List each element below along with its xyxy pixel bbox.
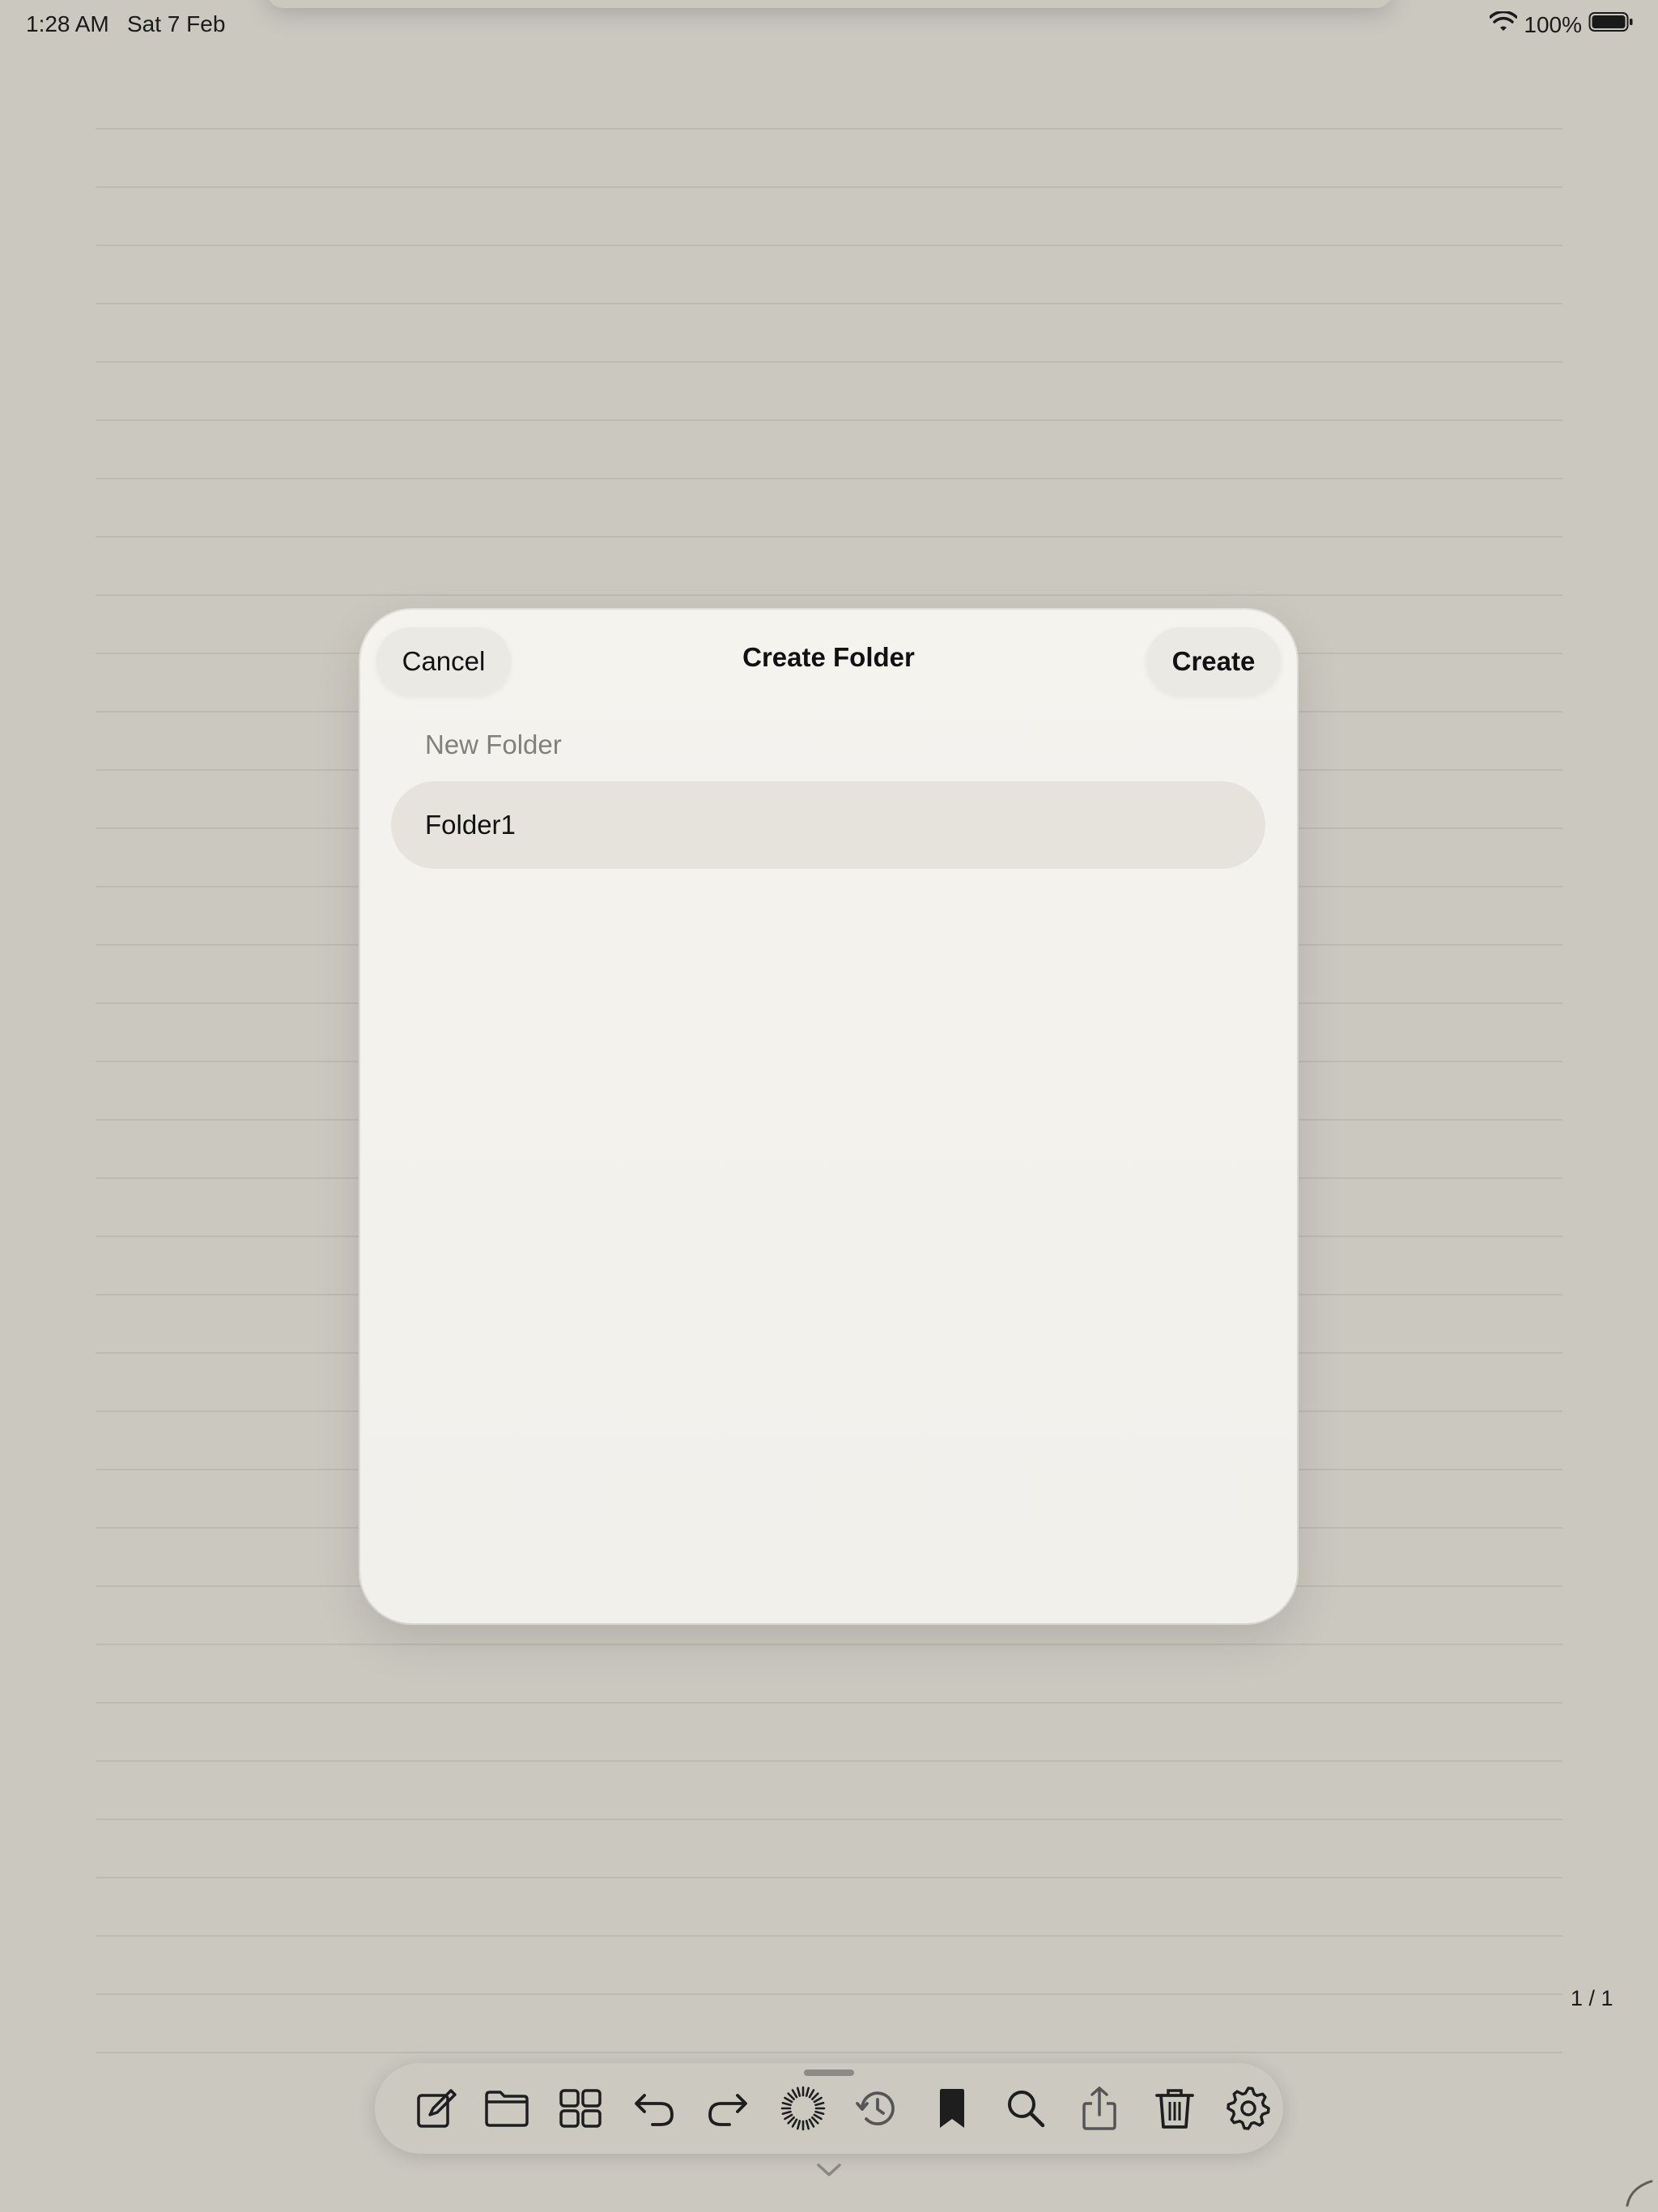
ruled-line (96, 478, 1562, 479)
battery-icon (1588, 11, 1634, 38)
ruled-line (96, 1644, 1562, 1645)
ruled-line (96, 419, 1562, 421)
folder-name-input[interactable] (391, 781, 1265, 869)
page-indicator: 1 / 1 (1571, 1986, 1613, 2010)
folder-icon[interactable] (476, 2078, 538, 2139)
ruled-line (96, 303, 1562, 304)
history-icon[interactable] (846, 2078, 908, 2139)
page-curl-icon[interactable] (1622, 2176, 1655, 2209)
compose-icon[interactable] (406, 2078, 467, 2139)
ruled-line (96, 594, 1562, 596)
ruled-line (96, 1819, 1562, 1820)
bookmark-icon[interactable] (921, 2078, 983, 2139)
section-label: New Folder (425, 730, 562, 759)
settings-icon[interactable] (1218, 2078, 1279, 2139)
ruled-line (96, 1877, 1562, 1878)
ruled-line (96, 2052, 1562, 2053)
ruled-line (96, 361, 1562, 363)
ruled-line (96, 1935, 1562, 1937)
ruled-line (96, 1702, 1562, 1704)
chevron-down-icon[interactable] (814, 2160, 844, 2180)
create-folder-dialog: Cancel Create Folder Create New Folder (360, 610, 1297, 1623)
grid-icon[interactable] (550, 2078, 611, 2139)
undo-icon[interactable] (623, 2078, 685, 2139)
ruled-line (96, 186, 1562, 188)
create-button[interactable]: Create (1146, 627, 1281, 696)
ruled-line (96, 536, 1562, 538)
ruled-line (96, 1760, 1562, 1762)
redo-icon[interactable] (697, 2078, 759, 2139)
ruled-line (96, 128, 1562, 130)
drag-handle[interactable] (804, 2069, 854, 2076)
loading-icon[interactable] (772, 2078, 834, 2139)
share-icon[interactable] (1069, 2078, 1130, 2139)
ruled-line (96, 1993, 1562, 1995)
trash-icon[interactable] (1144, 2078, 1205, 2139)
bottom-toolbar (375, 2063, 1283, 2154)
ruled-line (96, 245, 1562, 246)
search-icon[interactable] (995, 2078, 1056, 2139)
